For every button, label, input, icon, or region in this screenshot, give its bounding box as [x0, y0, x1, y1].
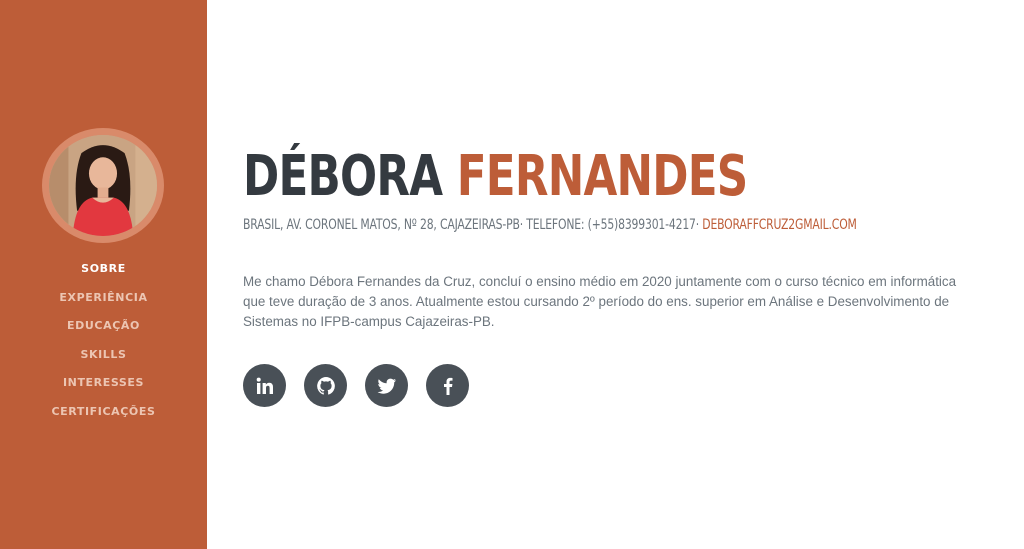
social-icons: [243, 364, 469, 407]
about-text: Me chamo Débora Fernandes da Cruz, concl…: [243, 274, 957, 329]
nav-item-skills[interactable]: SKILLS: [0, 346, 207, 375]
contact-text: BRASIL, AV. CORONEL MATOS, Nº 28, CAJAZE…: [243, 217, 703, 233]
linkedin-icon: [256, 377, 273, 394]
github-button[interactable]: [304, 364, 347, 407]
facebook-icon: [443, 377, 452, 395]
nav-menu: SOBRE EXPERIÊNCIA EDUCAÇÃO SKILLS INTERE…: [0, 260, 207, 432]
profile-photo-image: [49, 135, 157, 236]
sidebar: SOBRE EXPERIÊNCIA EDUCAÇÃO SKILLS INTERE…: [0, 0, 207, 549]
nav-item-certificacoes[interactable]: CERTIFICAÇÕES: [0, 403, 207, 432]
github-icon: [316, 376, 335, 395]
contact-info: BRASIL, AV. CORONEL MATOS, Nº 28, CAJAZE…: [243, 216, 857, 234]
profile-photo: [49, 135, 157, 236]
linkedin-button[interactable]: [243, 364, 286, 407]
nav-item-experiencia[interactable]: EXPERIÊNCIA: [0, 289, 207, 318]
last-name: FERNANDES: [456, 144, 749, 209]
about-section: DÉBORA FERNANDES BRASIL, AV. CORONEL MAT…: [243, 0, 983, 549]
email-link[interactable]: DEBORAFFCRUZ2GMAIL.COM: [702, 217, 857, 233]
page-title: DÉBORA FERNANDES: [243, 142, 749, 212]
nav-item-sobre[interactable]: SOBRE: [0, 260, 207, 289]
twitter-button[interactable]: [365, 364, 408, 407]
nav-item-educacao[interactable]: EDUCAÇÃO: [0, 317, 207, 346]
twitter-icon: [377, 378, 396, 394]
facebook-button[interactable]: [426, 364, 469, 407]
first-name: DÉBORA: [243, 144, 443, 209]
nav-item-interesses[interactable]: INTERESSES: [0, 374, 207, 403]
avatar: [42, 128, 164, 243]
